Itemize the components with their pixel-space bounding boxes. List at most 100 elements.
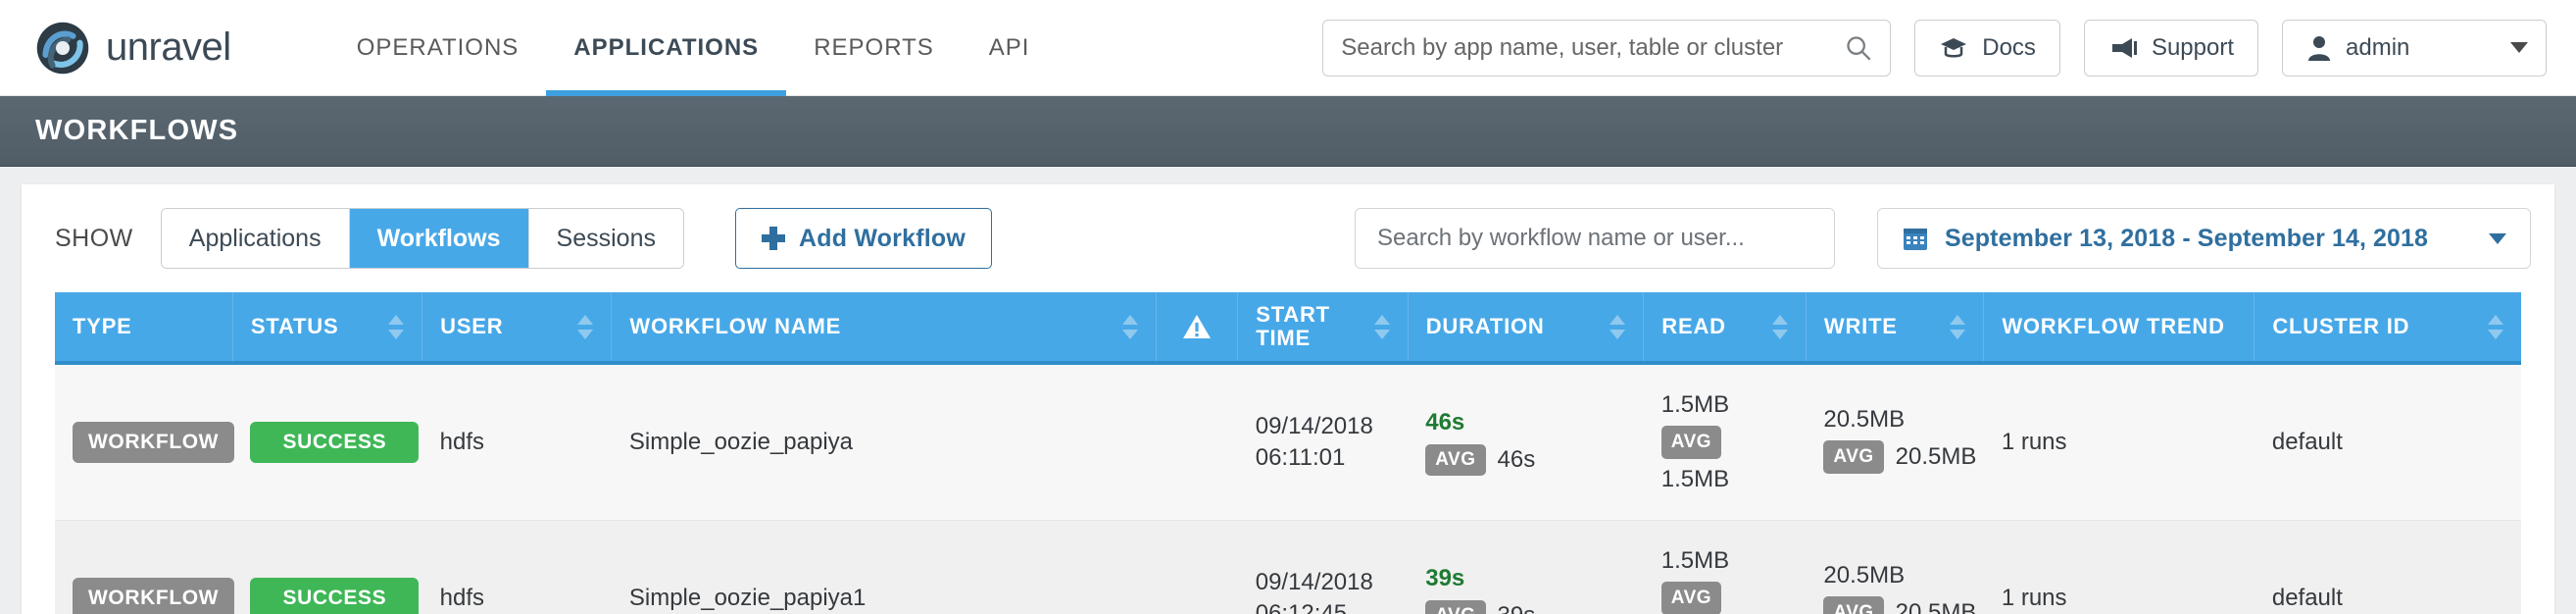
- support-button[interactable]: Support: [2083, 19, 2258, 77]
- column-header-user[interactable]: USER: [421, 292, 613, 365]
- sort-toggle-write[interactable]: [1950, 310, 1966, 343]
- table-header: TYPE STATUS USER WORKFLOW NAME START TIM…: [55, 292, 2521, 365]
- brand[interactable]: unravel: [35, 21, 231, 76]
- cell-write: 20.5MB AVG 20.5MB: [1806, 520, 1984, 614]
- cell-warning: [1156, 363, 1238, 521]
- sort-toggle-workflow-name[interactable]: [1122, 310, 1139, 343]
- user-menu-button[interactable]: admin: [2282, 19, 2547, 77]
- cell-duration: 39s AVG 39s: [1408, 520, 1644, 614]
- graduation-cap-icon: [1941, 37, 1967, 57]
- sort-toggle-cluster-id[interactable]: [2488, 310, 2503, 343]
- menu-item-operations[interactable]: OPERATIONS: [329, 0, 547, 96]
- docs-button[interactable]: Docs: [1914, 19, 2060, 77]
- read-value: 1.5MB: [1660, 391, 1730, 418]
- workflow-search-input[interactable]: [1377, 225, 1812, 252]
- workflow-search[interactable]: [1355, 208, 1835, 269]
- cell-user: hdfs: [421, 520, 612, 614]
- menu-item-api[interactable]: API: [962, 0, 1058, 96]
- add-workflow-label: Add Workflow: [799, 224, 966, 252]
- calendar-icon: [1904, 229, 1927, 250]
- global-search[interactable]: [1322, 19, 1892, 77]
- cell-duration: 46s AVG 46s: [1408, 363, 1644, 521]
- column-header-type[interactable]: TYPE: [55, 292, 233, 365]
- menu-item-applications[interactable]: APPLICATIONS: [546, 0, 787, 96]
- segment-sessions[interactable]: Sessions: [528, 209, 683, 268]
- menu-item-reports[interactable]: REPORTS: [786, 0, 962, 96]
- cell-status: SUCCESS: [232, 520, 422, 614]
- cell-read: 1.5MB AVG 1.5MB: [1643, 363, 1807, 521]
- duration-value: 46s: [1425, 408, 1465, 435]
- cell-workflow-name[interactable]: Simple_oozie_papiya: [611, 363, 1157, 521]
- user-icon: [2308, 35, 2330, 61]
- column-label-write: WRITE: [1823, 314, 1898, 339]
- top-navigation-bar: unravel OPERATIONS APPLICATIONS REPORTS …: [0, 0, 2576, 96]
- cell-cluster-id: default: [2254, 363, 2521, 521]
- chevron-down-icon[interactable]: [2510, 42, 2528, 53]
- column-label-workflow-name: WORKFLOW NAME: [629, 314, 842, 339]
- duration-value: 39s: [1425, 564, 1465, 591]
- column-header-start-time[interactable]: START TIME: [1237, 292, 1409, 365]
- column-header-status[interactable]: STATUS: [232, 292, 423, 365]
- column-header-cluster-id[interactable]: CLUSTER ID: [2254, 292, 2521, 365]
- avg-tag: AVG: [1425, 599, 1486, 614]
- column-label-status: STATUS: [250, 314, 339, 339]
- workflows-table-container: TYPE STATUS USER WORKFLOW NAME START TIM…: [22, 292, 2554, 614]
- brand-name: unravel: [106, 26, 231, 69]
- status-badge: SUCCESS: [250, 577, 420, 614]
- avg-tag: AVG: [1660, 426, 1722, 459]
- cell-status: SUCCESS: [232, 363, 422, 521]
- sort-toggle-user[interactable]: [577, 310, 594, 343]
- global-search-input[interactable]: [1341, 33, 1846, 62]
- cell-user: hdfs: [421, 363, 612, 521]
- cell-workflow-name[interactable]: Simple_oozie_papiya1: [611, 520, 1157, 614]
- sort-toggle-status[interactable]: [388, 310, 405, 343]
- start-clock: 06:11:01: [1255, 443, 1346, 471]
- write-value: 20.5MB: [1823, 406, 1906, 433]
- page-title: WORKFLOWS: [35, 115, 239, 146]
- support-label: Support: [2151, 33, 2234, 61]
- table-row[interactable]: WORKFLOW SUCCESS hdfs Simple_oozie_papiy…: [55, 363, 2521, 521]
- column-header-workflow-trend[interactable]: WORKFLOW TREND: [1983, 292, 2255, 365]
- cell-start-time: 09/14/2018 06:11:01: [1237, 363, 1409, 521]
- chevron-down-icon[interactable]: [2489, 232, 2506, 244]
- column-label-workflow-trend: WORKFLOW TREND: [2002, 314, 2225, 339]
- column-header-workflow-name[interactable]: WORKFLOW NAME: [611, 292, 1158, 365]
- search-icon[interactable]: [1845, 34, 1872, 62]
- cell-write: 20.5MB AVG 20.5MB: [1806, 363, 1984, 521]
- table-body: WORKFLOW SUCCESS hdfs Simple_oozie_papiy…: [55, 363, 2521, 614]
- cell-cluster-id: default: [2254, 520, 2521, 614]
- docs-label: Docs: [1982, 33, 2036, 61]
- content-panel: SHOW Applications Workflows Sessions Add…: [22, 184, 2554, 614]
- column-header-write[interactable]: WRITE: [1806, 292, 1985, 365]
- cell-start-time: 09/14/2018 06:12:45: [1237, 520, 1409, 614]
- avg-tag: AVG: [1823, 595, 1884, 614]
- sort-toggle-read[interactable]: [1771, 310, 1788, 343]
- cell-workflow-trend: 1 runs: [1983, 520, 2254, 614]
- type-badge: WORKFLOW: [73, 421, 235, 463]
- column-label-duration: DURATION: [1425, 314, 1545, 339]
- status-badge: SUCCESS: [250, 421, 420, 463]
- show-label: SHOW: [55, 224, 133, 252]
- avg-tag: AVG: [1425, 443, 1486, 476]
- cell-type: WORKFLOW: [55, 520, 235, 614]
- add-workflow-button[interactable]: Add Workflow: [735, 208, 992, 269]
- read-avg-value: 1.5MB: [1660, 465, 1730, 492]
- avg-tag: AVG: [1823, 440, 1884, 474]
- table-header-row: TYPE STATUS USER WORKFLOW NAME START TIM…: [55, 292, 2521, 365]
- sort-toggle-duration[interactable]: [1610, 310, 1626, 343]
- read-value: 1.5MB: [1660, 546, 1730, 574]
- segment-workflows[interactable]: Workflows: [349, 209, 529, 268]
- duration-avg-value: 46s: [1497, 445, 1536, 473]
- sort-toggle-start-time[interactable]: [1373, 310, 1390, 343]
- column-header-duration[interactable]: DURATION: [1408, 292, 1645, 365]
- column-label-start-time: START TIME: [1256, 302, 1330, 350]
- write-avg-value: 20.5MB: [1895, 598, 1977, 614]
- segment-applications[interactable]: Applications: [161, 209, 350, 268]
- main-menu: OPERATIONS APPLICATIONS REPORTS API: [329, 0, 1058, 96]
- table-row[interactable]: WORKFLOW SUCCESS hdfs Simple_oozie_papiy…: [55, 520, 2521, 614]
- type-badge: WORKFLOW: [73, 577, 235, 614]
- column-header-read[interactable]: READ: [1643, 292, 1807, 365]
- duration-avg-value: 39s: [1498, 602, 1536, 614]
- date-range-picker[interactable]: September 13, 2018 - September 14, 2018: [1877, 208, 2531, 269]
- column-header-warning[interactable]: [1156, 292, 1239, 365]
